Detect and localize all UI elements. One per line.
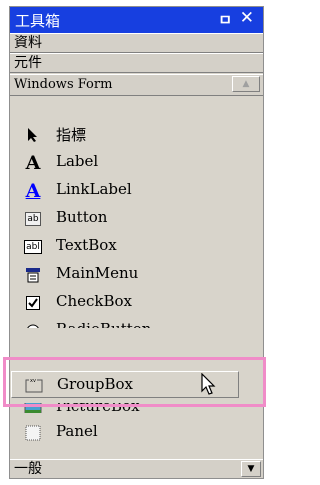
scroll-down-button[interactable]: ▼ (241, 461, 261, 477)
category-windows-form[interactable]: Windows Form ▲ (10, 74, 263, 96)
category-data[interactable]: 資料 (10, 33, 263, 53)
window-title: 工具箱 (15, 12, 61, 30)
textbox-icon: abl (24, 240, 42, 254)
radiobutton-icon (24, 322, 42, 328)
toolbox-window: 工具箱 ㅁ ✕ 資料 元件 Windows Form ▲ 指標 A Label … (9, 6, 264, 479)
label-icon: A (25, 152, 41, 174)
category-windows-form-label: Windows Form (14, 77, 113, 92)
button-icon: ab (25, 212, 41, 226)
tool-label: Label (56, 152, 99, 170)
tool-item-panel[interactable]: Panel (10, 418, 263, 446)
tool-label: CheckBox (56, 292, 133, 310)
category-components[interactable]: 元件 (10, 53, 263, 73)
tool-label: RadioButton (56, 320, 151, 328)
pointer-icon (24, 126, 42, 144)
title-bar[interactable]: 工具箱 ㅁ ✕ (10, 7, 263, 33)
tool-item-textbox[interactable]: abl TextBox (10, 232, 263, 260)
tool-item-linklabel[interactable]: A LinkLabel (10, 176, 263, 204)
tool-label: TextBox (56, 236, 117, 254)
tool-item-checkbox[interactable]: CheckBox (10, 288, 263, 316)
category-general-label: 一般 (14, 461, 42, 477)
tool-label: Button (56, 208, 108, 226)
tool-label: Panel (56, 422, 98, 440)
mouse-cursor-icon (201, 372, 217, 401)
scroll-up-button[interactable]: ▲ (232, 76, 260, 92)
mainmenu-icon (24, 266, 42, 284)
tool-label: 指標 (56, 126, 87, 144)
tool-item-label[interactable]: A Label (10, 148, 263, 176)
close-icon[interactable]: ✕ (240, 8, 254, 28)
tool-item-button[interactable]: ab Button (10, 204, 263, 232)
tool-item-mainmenu[interactable]: MainMenu (10, 260, 263, 288)
highlight-box (3, 357, 266, 407)
tool-label: LinkLabel (56, 180, 132, 198)
checkbox-icon (24, 294, 42, 312)
linklabel-icon: A (25, 180, 41, 202)
tool-label: MainMenu (56, 264, 139, 282)
pin-icon[interactable]: ㅁ (218, 9, 232, 30)
category-general[interactable]: 一般 ▼ (10, 459, 263, 478)
panel-icon (24, 424, 42, 442)
tool-item-radiobutton[interactable]: RadioButton (10, 316, 263, 328)
tool-item-pointer[interactable]: 指標 (10, 120, 263, 148)
